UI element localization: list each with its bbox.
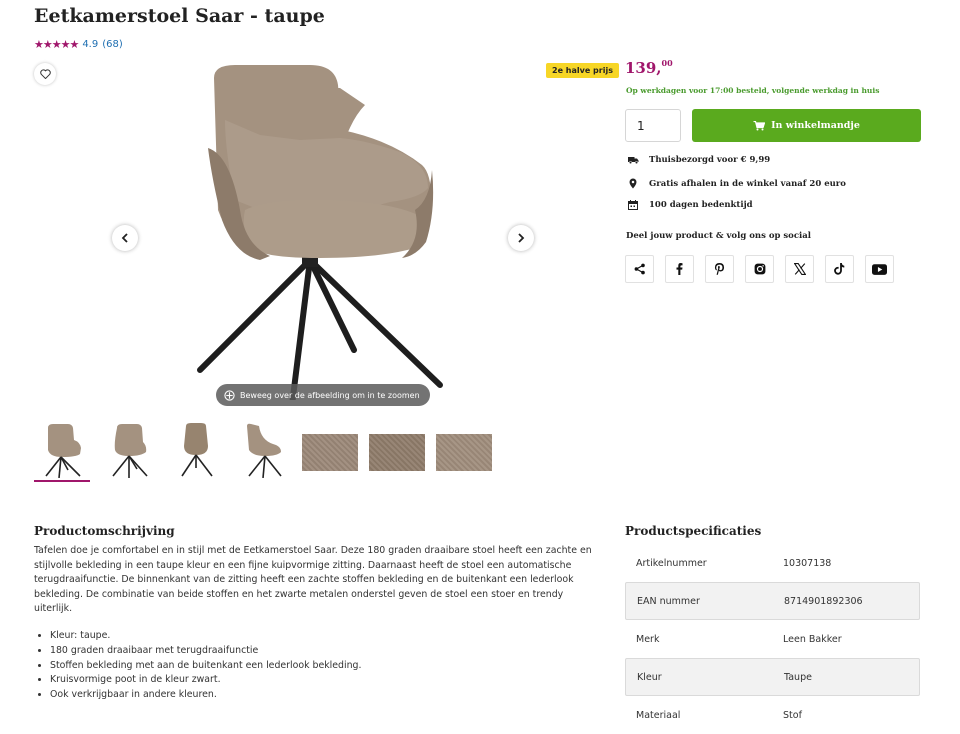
add-to-cart-button[interactable]: In winkelmandje [692,109,921,142]
list-item: Ook verkrijgbaar in andere kleuren. [50,688,361,703]
tiktok-icon [834,263,845,275]
price: 139,00 [625,58,673,77]
list-item: 180 graden draaibaar met terugdraaifunct… [50,644,361,659]
spec-label: Merk [636,633,660,645]
list-item: Kleur: taupe. [50,629,361,644]
list-item: Kruisvormige poot in de kleur zwart. [50,673,361,688]
spec-value: 10307138 [783,557,832,569]
spec-value: 8714901892306 [784,595,863,607]
rating[interactable]: ★★★★★ 4.9 (68) [34,38,123,51]
youtube-link[interactable] [865,255,894,283]
table-row: Artikelnummer 10307138 [625,544,920,582]
share-title: Deel jouw product & volg ons op social [626,231,811,241]
table-row: Kleur Taupe [625,658,920,696]
rating-count[interactable]: (68) [102,39,123,50]
rating-stars: ★★★★★ [34,38,79,51]
calendar-icon [628,200,638,210]
thumbnail[interactable] [302,420,358,482]
wishlist-button[interactable] [34,63,56,85]
price-cents: 00 [661,58,673,68]
thumbnail[interactable] [369,420,425,482]
usp-delivery: Thuisbezorgd voor € 9,99 [627,155,770,165]
list-item: Stoffen bekleding met aan de buitenkant … [50,659,361,674]
spec-value: Taupe [784,671,812,683]
share-button[interactable] [625,255,654,283]
rating-score: 4.9 [82,39,99,50]
table-row: Materiaal Stof [625,696,920,734]
feature-list: Kleur: taupe. 180 graden draaibaar met t… [50,629,361,703]
usp-text: Thuisbezorgd voor € 9,99 [649,155,771,165]
specs-heading: Productspecificaties [625,524,762,538]
instagram-link[interactable] [745,255,774,283]
delivery-note: Op werkdagen voor 17:00 besteld, volgend… [626,86,880,95]
description-heading: Productomschrijving [34,524,175,538]
spec-value: Stof [783,709,802,721]
pinterest-icon [714,262,725,275]
share-icon [634,263,645,275]
product-title: Eetkamerstoel Saar - taupe [34,5,325,27]
spec-label: Artikelnummer [636,557,707,569]
spec-value: Leen Bakker [783,633,842,645]
tiktok-link[interactable] [825,255,854,283]
spec-label: EAN nummer [637,595,700,607]
thumbnail[interactable] [34,420,90,482]
x-icon [793,263,806,275]
usp-return: 100 dagen bedenktijd [627,200,753,210]
chevron-left-icon [121,233,128,243]
spec-label: Materiaal [636,709,681,721]
pinterest-link[interactable] [705,255,734,283]
price-main: 139, [625,59,662,77]
fabric-swatch-image [436,434,492,471]
promo-badge: 2e halve prijs [546,63,619,78]
truck-icon [627,157,638,164]
cart-icon [753,120,766,130]
thumbnail-image [112,424,148,478]
add-to-cart-label: In winkelmandje [771,120,860,131]
fabric-swatch-image [369,434,425,471]
table-row: Merk Leen Bakker [625,620,920,658]
usp-pickup: Gratis afhalen in de winkel vanaf 20 eur… [627,178,846,189]
usp-text: 100 dagen bedenktijd [649,200,753,210]
facebook-icon [676,263,683,275]
table-row: EAN nummer 8714901892306 [625,582,920,620]
x-link[interactable] [785,255,814,283]
chevron-right-icon [518,233,525,243]
gallery-prev-button[interactable] [112,225,138,251]
gallery-next-button[interactable] [508,225,534,251]
thumbnail-strip [34,420,492,482]
spec-label: Kleur [637,671,662,683]
heart-icon [39,69,51,79]
social-links [625,255,894,283]
thumbnail-image [181,423,213,477]
fabric-swatch-image [302,434,358,471]
thumbnail[interactable] [235,420,291,482]
usp-text: Gratis afhalen in de winkel vanaf 20 eur… [649,178,846,189]
specs-table: Artikelnummer 10307138 EAN nummer 871490… [625,544,920,734]
zoom-hint-text: Beweeg over de afbeelding om in te zoome… [240,390,420,400]
thumbnail[interactable] [101,420,157,482]
product-gallery[interactable] [110,60,540,410]
thumbnail[interactable] [436,420,492,482]
thumbnail-image [247,423,282,478]
product-image[interactable] [190,60,460,400]
zoom-icon [224,389,235,401]
quantity-input[interactable]: 1 [625,109,681,142]
thumbnail[interactable] [168,420,224,482]
zoom-hint: Beweeg over de afbeelding om in te zoome… [216,384,430,406]
facebook-link[interactable] [665,255,694,283]
youtube-icon [872,263,887,275]
thumbnail-image [45,424,81,478]
location-pin-icon [629,178,637,189]
description-text: Tafelen doe je comfortabel en in stijl m… [34,545,592,615]
instagram-icon [754,263,765,275]
